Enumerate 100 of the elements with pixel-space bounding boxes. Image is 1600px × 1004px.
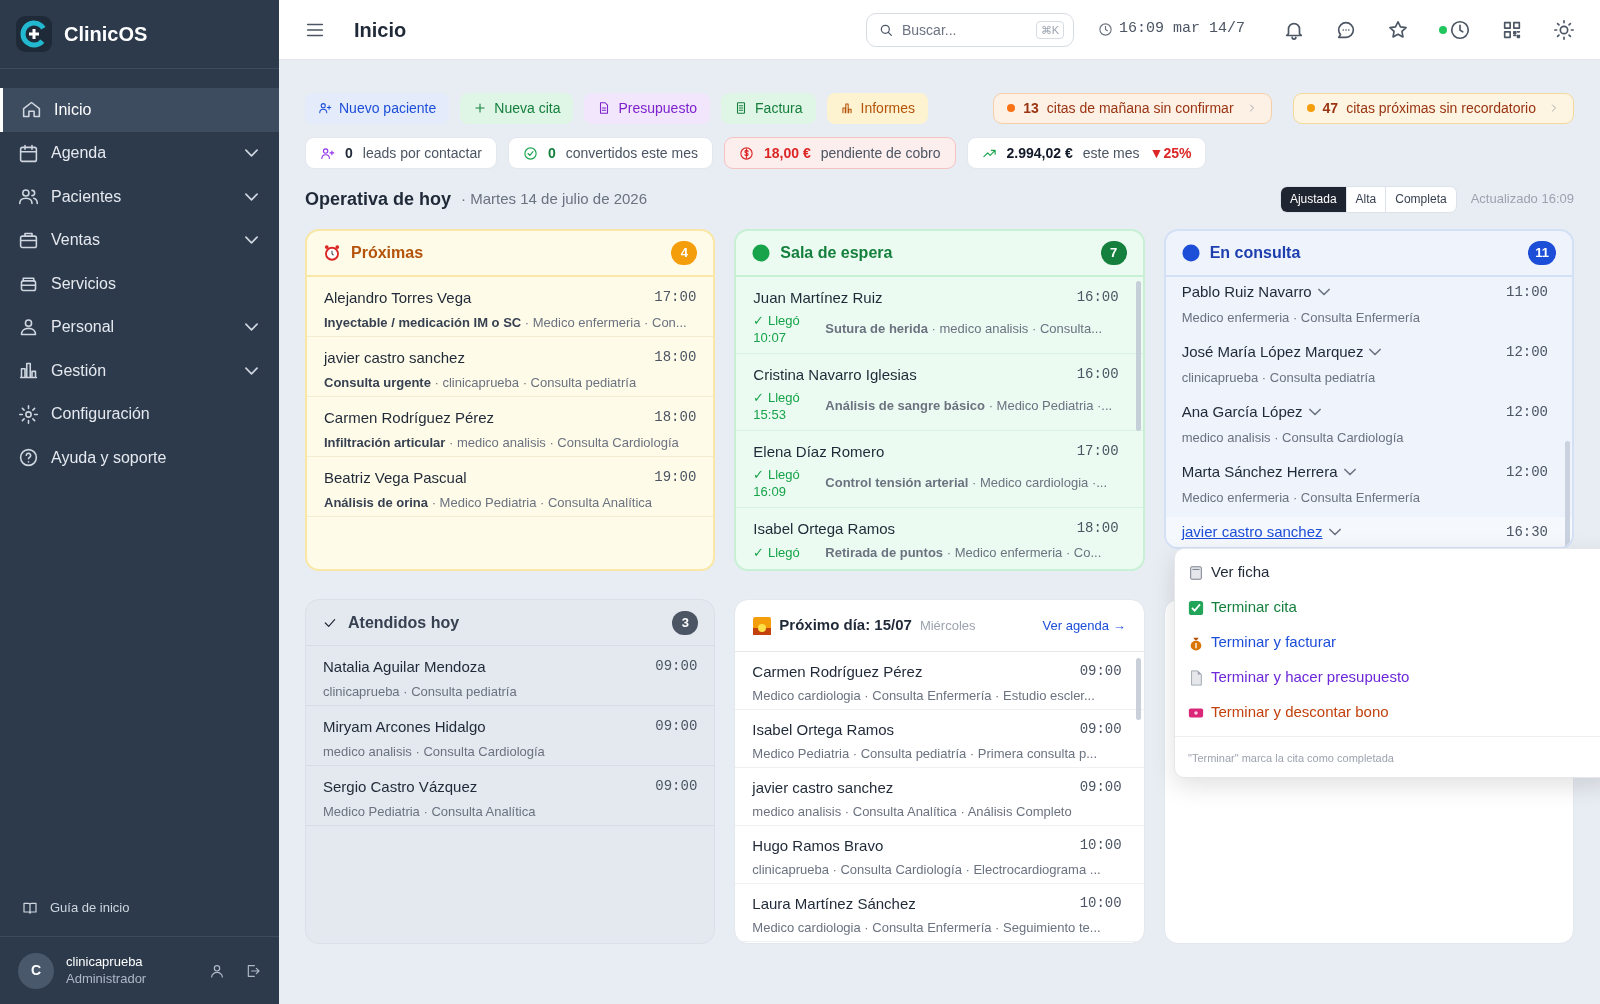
menu-item[interactable]: Terminar y descontar bono [1175,695,1600,730]
nav-item[interactable]: Gestión [0,349,279,393]
appointment-detail: Retirada de puntos · Medico enfermeria · Co... [825,543,1102,562]
scrollbar[interactable] [1565,441,1570,547]
appointment-row[interactable]: Elena Díaz Romero 17:00 ✓ Llegó 16:09 Control tensión arterial · Medico cardiologia ·... [736,431,1143,508]
appointment-row[interactable]: Marta Sánchez Herrera 12:00 Medico enfermeria · Consulta Enfermería [1165,457,1572,517]
appointment-detail: clinicaprueba · Consulta Cardiología · Electrocardiograma ... [752,860,1102,879]
appointment-row[interactable]: Miryam Arcones Hidalgo 09:00 medico analisis · Consulta Cardiología [306,706,715,766]
nav-item[interactable]: Configuración [0,392,279,436]
menu-item[interactable]: Terminar y hacer presupuesto [1175,660,1600,695]
agenda-link[interactable]: Ver agenda → [1042,615,1126,636]
view-tab[interactable]: Completa [1385,186,1456,212]
appointment-row[interactable]: javier castro sanchez 09:00 medico analisis · Consulta Analítica · Análisis Completo [735,768,1144,826]
card-title: Próximas [351,243,425,263]
clipboard-icon [1188,564,1204,581]
patient-name: Alejandro Torres Vega [324,288,472,308]
appointment-detail: Medico cardiologia · Consulta Enfermería · Seguimiento te... [752,918,1102,937]
appointment-row[interactable]: Beatriz Vega Pascual 19:00 Análisis de orina · Medico Pediatria · Consulta Analítica [307,457,714,517]
arrival-status: ✓ Llegó 16:09 [753,465,801,500]
appointment-row[interactable]: Laura Martínez Sánchez 10:00 Medico cardiologia · Consulta Enfermería · Seguimiento te... [735,884,1144,942]
scrollbar[interactable] [1135,658,1141,720]
nav-item[interactable]: Ayuda y soporte [0,436,279,480]
card-title: Atendidos hoy [348,612,461,633]
check-box-icon [1188,599,1204,616]
card-title: Sala de espera [780,243,894,263]
time-text: 09:00 [655,657,698,676]
nav-item[interactable]: Servicios [0,262,279,306]
appointment-row[interactable]: Juan Martínez Ruiz 16:00 ✓ Llegó 10:07 Sutura de herida · medico analisis · Consulta... [736,277,1143,354]
appointment-row[interactable]: Cristina Navarro Iglesias 16:00 ✓ Llegó 15:53 Análisis de sangre básico · Medico Pediatria ·... [736,354,1143,431]
user-role: Administrador [66,970,148,987]
card-title: En consulta [1209,243,1302,263]
appointment-detail: clinicaprueba · Consulta pediatría [1181,368,1377,387]
time-text: 09:00 [655,777,698,796]
guide-link[interactable]: Guía de inicio [0,886,279,930]
appointment-detail: medico analisis · Consulta Cardiología [1181,428,1405,447]
action-button[interactable]: Presupuesto [584,92,711,124]
nav-item[interactable]: Personal [0,305,279,349]
appointment-row[interactable]: Sergio Castro Vázquez 09:00 Medico Pediatria · Consulta Analítica [306,766,715,826]
view-tab[interactable]: Alta [1345,186,1386,212]
alert-chip[interactable]: 47 citas próximas sin recordatorio [1292,92,1574,124]
star-icon [1387,18,1409,41]
updated-text: Actualizado 16:09 [1470,190,1574,209]
appointment-row[interactable]: javier castro sanchez 18:00 Consulta urgente · clinicaprueba · Consulta pediatría [307,337,714,397]
appointment-detail: Infiltración articular · medico analisis · Consulta Cardiología [324,433,680,452]
patient-name: javier castro sanchez [752,778,894,798]
patient-name: Cristina Navarro Iglesias [753,365,917,385]
nav-item[interactable]: Ventas [0,218,279,262]
appointment-detail: Medico cardiologia · Consulta Enfermería · Estudio escler... [752,686,1096,705]
nav-item[interactable]: Pacientes [0,175,279,219]
time-text: 10:00 [1079,836,1122,855]
appointment-row[interactable]: Isabel Ortega Ramos 09:00 Medico Pediatria · Consulta pediatría · Primera consulta p... [735,710,1144,768]
appointment-row[interactable]: Carmen Rodríguez Pérez 18:00 Infiltración articular · medico analisis · Consulta Cardiología [307,397,714,457]
stat-change: ▼25% [1149,143,1192,163]
menu-item[interactable]: Ver ficha [1175,555,1600,590]
shortcut-key: ⌘K [1035,20,1064,39]
nav-item[interactable]: Inicio [0,88,279,132]
time-text: 10:00 [1079,894,1122,913]
appointment-row[interactable]: Carmen Rodríguez Pérez 09:00 Medico cardiologia · Consulta Enfermería · Estudio escler... [735,652,1144,710]
alert-chip[interactable]: 13 citas de mañana sin confirmar [993,92,1272,124]
menu-item[interactable]: Terminar y facturar [1175,625,1600,660]
appointment-row[interactable]: José María López Marquez 12:00 clinicaprueba · Consulta pediatría [1165,337,1572,397]
menu-item[interactable]: Terminar cita [1175,590,1600,625]
time-text: 18:00 [654,348,697,367]
user-name: clinicaprueba [66,954,144,971]
patient-name[interactable]: javier castro sanchez [1181,521,1323,544]
appointment-row[interactable]: Pablo Ruiz Navarro 11:00 Medico enfermeria · Consulta Enfermería [1165,277,1572,337]
nav-item[interactable]: Agenda [0,131,279,175]
appointment-row[interactable]: Ana García López 12:00 medico analisis · Consulta Cardiología [1165,397,1572,457]
scrollbar[interactable] [1135,281,1141,431]
profile-icon [209,962,225,979]
menu-note: "Terminar" marca la cita como completada [1188,752,1394,764]
stat-label: leads por contactar [362,143,482,163]
appointment-row[interactable]: Isabel Ortega Ramos 18:00 ✓ Llegó Retirada de puntos · Medico enfermeria · Co... [736,508,1143,569]
settings-icon [18,403,39,425]
patient-name: Miryam Arcones Hidalgo [323,717,486,737]
view-tab[interactable]: Ajustada [1280,186,1346,212]
time-text: 16:30 [1506,522,1548,542]
action-button[interactable]: Nuevo paciente [305,92,450,124]
action-button[interactable]: Nueva cita [460,92,574,124]
patient-name: Isabel Ortega Ramos [753,519,896,539]
patient-name: Ana García López [1181,402,1303,422]
action-button[interactable]: Informes [826,92,928,124]
help-icon [18,447,39,469]
book-icon [22,900,38,916]
appointment-row[interactable]: Alejandro Torres Vega 17:00 Inyectable / medicación IM o SC · Medico enfermeria · Con... [307,277,714,337]
arrival-status: ✓ Llegó [753,543,801,561]
appointment-detail: medico analisis · Consulta Cardiología [323,742,546,761]
plus-icon [473,101,488,115]
avatar: C [18,952,54,989]
appointment-row[interactable]: Natalia Aguilar Mendoza 09:00 clinicaprueba · Consulta pediatría [306,646,715,706]
appointment-detail: Sutura de herida · medico analisis · Consulta... [825,319,1103,338]
alert-count: 13 [1023,98,1039,118]
appointment-row[interactable]: javier castro sanchez 16:30 [1165,517,1572,547]
appointment-row[interactable]: Hugo Ramos Bravo 10:00 clinicaprueba · Consulta Cardiología · Electrocardiograma ... [735,826,1144,884]
action-button[interactable]: Factura [721,92,816,124]
time-text: 18:00 [1076,519,1119,538]
page-title: Inicio [354,17,408,43]
time-text: 12:00 [1506,342,1548,362]
patient-name: Sergio Castro Vázquez [323,777,478,797]
person-plus-icon [318,101,332,115]
